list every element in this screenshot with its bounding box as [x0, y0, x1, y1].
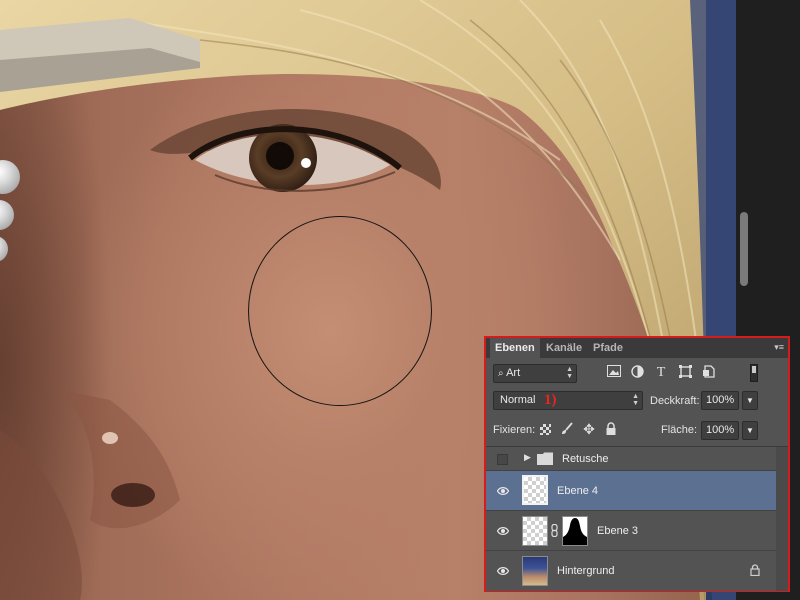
fill-dropdown-button[interactable]: ▼ [742, 421, 758, 440]
layer-name: Hintergrund [557, 565, 615, 577]
layer-row-selected[interactable]: Ebene 4 [486, 471, 776, 511]
blend-mode-value: Normal [500, 394, 536, 406]
blend-row: Normal ▲ ▼ 1) Deckkraft: 100% ▼ [486, 389, 788, 415]
opacity-dropdown-button[interactable]: ▼ [742, 391, 758, 410]
shape-filter-icon[interactable] [677, 365, 693, 381]
lock-row: Fixieren: ✥ Fläche: 100% ▼ [486, 418, 788, 444]
layers-panel: Ebenen Kanäle Pfade ▾≡ ⌕ Art ▲ ▼ T Normal… [484, 336, 790, 592]
filter-toggle-switch[interactable] [750, 364, 758, 382]
annotation-marker: 1) [544, 392, 557, 408]
folder-icon [537, 452, 553, 468]
lock-all-icon[interactable] [604, 422, 618, 436]
fill-label: Fläche: [661, 424, 698, 436]
tab-layers[interactable]: Ebenen [490, 338, 540, 358]
updown-arrows-icon: ▲ ▼ [632, 393, 639, 407]
layers-list: ▶ Retusche Ebene 4 Ebene 3 Hintergrund [486, 446, 788, 591]
visibility-toggle[interactable] [497, 454, 508, 465]
lock-pixels-icon[interactable] [560, 422, 574, 436]
filter-kind-select[interactable]: ⌕ Art ▲ ▼ [493, 364, 577, 383]
eye-icon[interactable] [496, 526, 510, 536]
panel-menu-icon[interactable]: ▾≡ [774, 342, 784, 353]
layer-thumbnail [522, 516, 548, 546]
layer-filter-row: ⌕ Art ▲ ▼ T [486, 360, 788, 388]
layer-name: Retusche [562, 453, 609, 465]
updown-arrows-icon: ▲ ▼ [566, 366, 573, 380]
opacity-label: Deckkraft: [650, 395, 700, 407]
eye-icon[interactable] [496, 566, 510, 576]
layer-row[interactable]: Ebene 3 [486, 511, 776, 551]
layer-row-group[interactable]: ▶ Retusche [486, 447, 776, 471]
canvas-scrollbar[interactable] [740, 212, 748, 286]
blend-mode-select[interactable]: Normal ▲ ▼ [493, 391, 643, 410]
lock-transparent-icon[interactable] [540, 424, 551, 435]
panel-tab-bar: Ebenen Kanäle Pfade ▾≡ [486, 338, 788, 358]
search-icon: ⌕ [498, 368, 504, 379]
image-filter-icon[interactable] [606, 365, 622, 381]
layers-scrollbar[interactable] [776, 447, 788, 591]
adjustment-filter-icon[interactable] [629, 365, 645, 381]
smart-object-filter-icon[interactable] [700, 365, 716, 381]
layer-thumbnail [522, 556, 548, 586]
tab-channels[interactable]: Kanäle [541, 338, 587, 358]
fill-input[interactable]: 100% [701, 421, 739, 440]
layer-row-background[interactable]: Hintergrund [486, 551, 776, 591]
layer-name: Ebene 3 [597, 525, 638, 537]
filter-kind-value: Art [506, 367, 521, 379]
chevron-down-icon: ▼ [746, 396, 754, 405]
lock-label: Fixieren: [493, 424, 536, 436]
type-filter-icon[interactable]: T [653, 365, 669, 381]
chain-link-icon[interactable] [551, 523, 558, 540]
layer-name: Ebene 4 [557, 485, 598, 497]
lock-position-icon[interactable]: ✥ [582, 422, 596, 436]
lock-icon [750, 564, 760, 579]
opacity-input[interactable]: 100% [701, 391, 739, 410]
tab-paths[interactable]: Pfade [588, 338, 628, 358]
chevron-down-icon: ▼ [746, 426, 754, 435]
brush-cursor [248, 216, 432, 406]
layer-mask-thumbnail[interactable] [562, 516, 588, 546]
expand-triangle-icon[interactable]: ▶ [524, 452, 531, 463]
eye-icon[interactable] [496, 486, 510, 496]
layer-thumbnail [522, 475, 548, 505]
